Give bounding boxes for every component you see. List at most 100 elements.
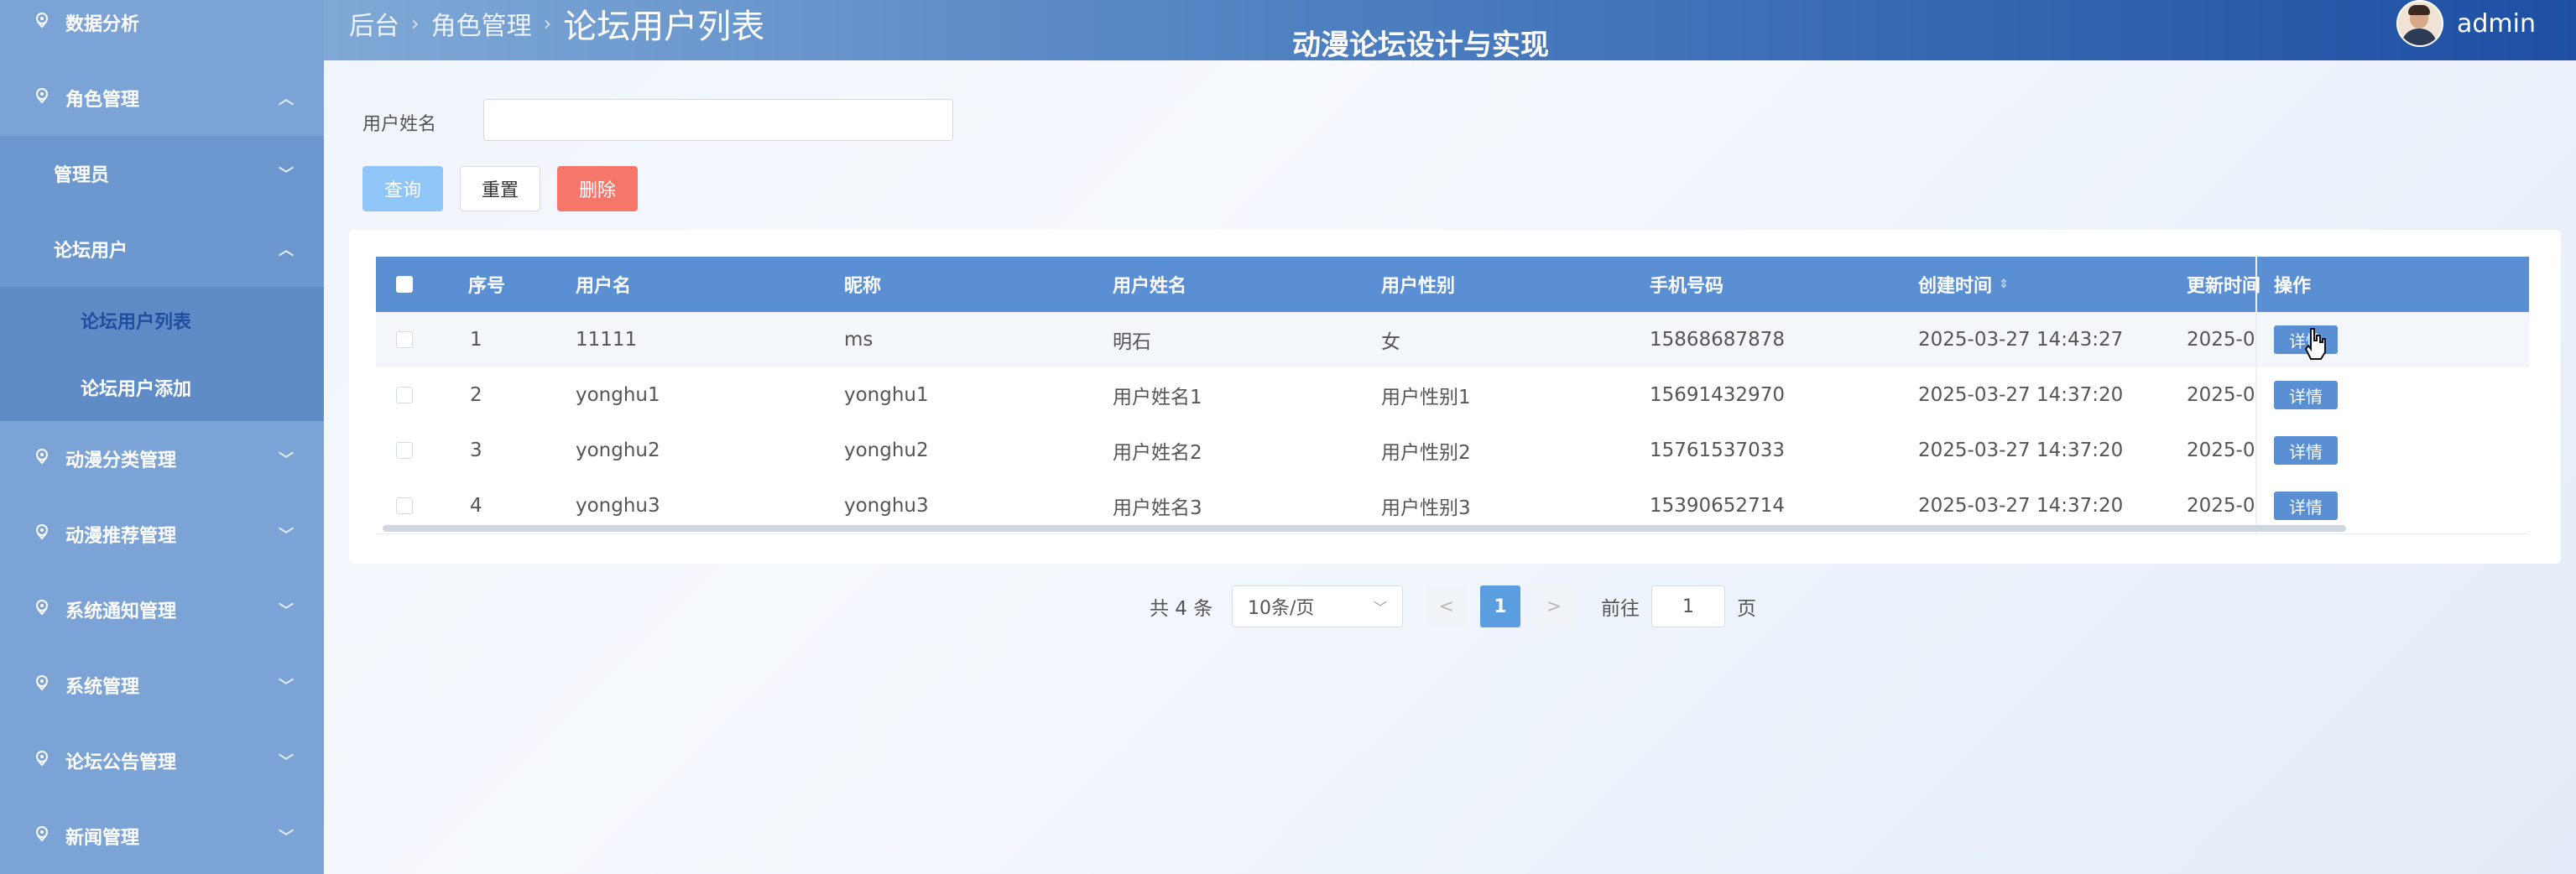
cell-phone: 15868687878 — [1650, 329, 1785, 351]
location-pin-icon — [34, 87, 50, 109]
cell-username: yonghu1 — [576, 384, 660, 406]
chevron-right-icon: › — [543, 12, 552, 35]
cell-realname: 用户姓名2 — [1113, 442, 1202, 464]
page-title: 论坛用户列表 — [563, 8, 765, 46]
sidebar-item-label: 系统通知管理 — [65, 601, 177, 622]
sidebar-item-forum-users[interactable]: 论坛用户 ︿ — [0, 211, 324, 287]
cell-username: yonghu2 — [576, 440, 660, 461]
location-pin-icon — [34, 674, 50, 696]
chevron-down-icon: ﹀ — [279, 527, 294, 544]
breadcrumb-role-management[interactable]: 角色管理 — [431, 5, 532, 42]
chevron-down-icon: ﹀ — [1373, 600, 1387, 616]
submenu-roles: 管理员 ﹀ 论坛用户 ︿ — [0, 136, 324, 287]
pagination-total: 共 4 条 — [1150, 598, 1213, 620]
column-header-gender: 用户性别 — [1381, 276, 1456, 297]
row-checkbox[interactable] — [396, 367, 413, 423]
location-pin-icon — [34, 599, 50, 621]
sidebar-item-label: 管理员 — [54, 165, 110, 186]
row-checkbox[interactable] — [396, 312, 413, 367]
delete-button[interactable]: 删除 — [557, 166, 638, 211]
search-label: 用户姓名 — [362, 114, 437, 135]
select-all-checkbox[interactable] — [396, 257, 413, 312]
cell-created: 2025-03-27 14:43:27 — [1918, 329, 2124, 351]
sidebar-item-label: 动漫推荐管理 — [65, 526, 177, 547]
sidebar-item-label: 论坛用户 — [54, 241, 128, 262]
sort-icon[interactable]: ⇕ — [1999, 278, 2009, 291]
sidebar-item-admins[interactable]: 管理员 ﹀ — [0, 136, 324, 211]
cell-gender: 用户性别1 — [1381, 387, 1471, 408]
breadcrumb-home[interactable]: 后台 — [349, 5, 399, 42]
page-size-value: 10条/页 — [1248, 598, 1315, 619]
column-header-nickname: 昵称 — [844, 276, 882, 297]
cell-index: 2 — [470, 384, 482, 406]
chevron-down-icon: ﹀ — [279, 166, 294, 184]
location-pin-icon — [34, 750, 50, 772]
column-header-created[interactable]: 创建时间 ⇕ — [1918, 257, 2009, 312]
chevron-down-icon: ﹀ — [279, 678, 294, 695]
column-header-username: 用户名 — [576, 276, 632, 297]
goto-suffix: 页 — [1737, 598, 1756, 620]
sidebar-item-label: 论坛公告管理 — [65, 752, 177, 773]
sidebar-item-forum-announcement[interactable]: 论坛公告管理 ﹀ — [0, 723, 324, 799]
sidebar-item-system-notice[interactable]: 系统通知管理 ﹀ — [0, 572, 324, 648]
column-header-index: 序号 — [468, 276, 506, 297]
query-button[interactable]: 查询 — [362, 166, 443, 211]
cell-phone: 15691432970 — [1650, 384, 1785, 406]
sidebar-item-label: 系统管理 — [65, 677, 140, 698]
cell-updated: 2025-0.. — [2187, 384, 2254, 406]
cell-nickname: ms — [844, 329, 873, 351]
column-header-phone: 手机号码 — [1650, 276, 1724, 297]
prev-page-button[interactable]: < — [1426, 585, 1467, 627]
fixed-action-column — [2255, 257, 2531, 533]
sidebar-item-system-management[interactable]: 系统管理 ﹀ — [0, 648, 324, 723]
location-pin-icon — [34, 825, 50, 847]
sidebar-item-forum-user-list[interactable]: 论坛用户列表 — [0, 287, 324, 354]
row-checkbox[interactable] — [396, 423, 413, 478]
cell-realname: 明石 — [1113, 331, 1151, 353]
sidebar-item-anime-category[interactable]: 动漫分类管理 ﹀ — [0, 421, 324, 497]
sidebar-item-anime-recommend[interactable]: 动漫推荐管理 ﹀ — [0, 497, 324, 572]
location-pin-icon — [34, 12, 50, 34]
cell-gender: 用户性别2 — [1381, 442, 1471, 464]
cell-updated: 2025-0.. — [2187, 329, 2254, 351]
breadcrumb: 后台 › 角色管理 › 论坛用户列表 — [349, 0, 764, 47]
column-header-updated: 更新时间 — [2187, 276, 2261, 297]
horizontal-scrollbar[interactable] — [383, 525, 2346, 532]
site-title: 动漫论坛设计与实现 — [1292, 29, 1549, 62]
sidebar-item-role-management[interactable]: 角色管理 ︿ — [0, 60, 324, 136]
sidebar: 数据分析 角色管理 ︿ 管理员 ﹀ 论坛用户 ︿ 论坛用户列表 论坛用户添加 动… — [0, 0, 324, 874]
sidebar-item-news-management[interactable]: 新闻管理 ﹀ — [0, 799, 324, 874]
username[interactable]: admin — [2457, 9, 2536, 39]
table-row: 3 yonghu2 yonghu2 用户姓名2 用户性别2 1576153703… — [376, 423, 2529, 479]
sidebar-item-label: 数据分析 — [65, 14, 140, 35]
cell-created: 2025-03-27 14:37:20 — [1918, 440, 2124, 461]
cell-realname: 用户姓名1 — [1113, 387, 1202, 408]
submenu-forum-users: 论坛用户列表 论坛用户添加 — [0, 287, 324, 421]
avatar[interactable] — [2396, 0, 2443, 47]
sidebar-item-data-analysis[interactable]: 数据分析 — [0, 0, 324, 60]
cell-updated: 2025-0.. — [2187, 440, 2254, 461]
sidebar-item-label: 角色管理 — [65, 90, 140, 111]
chevron-down-icon: ﹀ — [279, 602, 294, 620]
page-size-select[interactable]: 10条/页 ﹀ — [1232, 585, 1403, 627]
chevron-up-icon: ︿ — [279, 242, 294, 259]
cell-nickname: yonghu1 — [844, 384, 929, 406]
sidebar-item-label: 新闻管理 — [65, 828, 140, 849]
sidebar-item-forum-user-add[interactable]: 论坛用户添加 — [0, 354, 324, 421]
cell-index: 1 — [470, 329, 482, 351]
cell-username: 11111 — [576, 329, 638, 351]
page-button-1[interactable]: 1 — [1480, 585, 1520, 627]
cell-phone: 15761537033 — [1650, 440, 1785, 461]
username-search-input[interactable] — [483, 99, 953, 141]
user-menu[interactable]: admin — [2396, 0, 2536, 47]
sidebar-item-label: 论坛用户添加 — [81, 379, 192, 400]
chevron-down-icon: ﹀ — [279, 753, 294, 771]
table-row: 1 11111 ms 明石 女 15868687878 2025-03-27 1… — [376, 312, 2529, 368]
table-row: 2 yonghu1 yonghu1 用户姓名1 用户性别1 1569143297… — [376, 367, 2529, 424]
table-header: 序号 用户名 昵称 用户姓名 用户性别 手机号码 创建时间 ⇕ 更新时间 操作 — [376, 257, 2529, 312]
next-page-button[interactable]: > — [1534, 585, 1574, 627]
cell-index: 3 — [470, 440, 482, 461]
sidebar-item-label: 动漫分类管理 — [65, 450, 177, 471]
reset-button[interactable]: 重置 — [460, 166, 540, 211]
goto-page-input[interactable]: 1 — [1651, 585, 1725, 627]
